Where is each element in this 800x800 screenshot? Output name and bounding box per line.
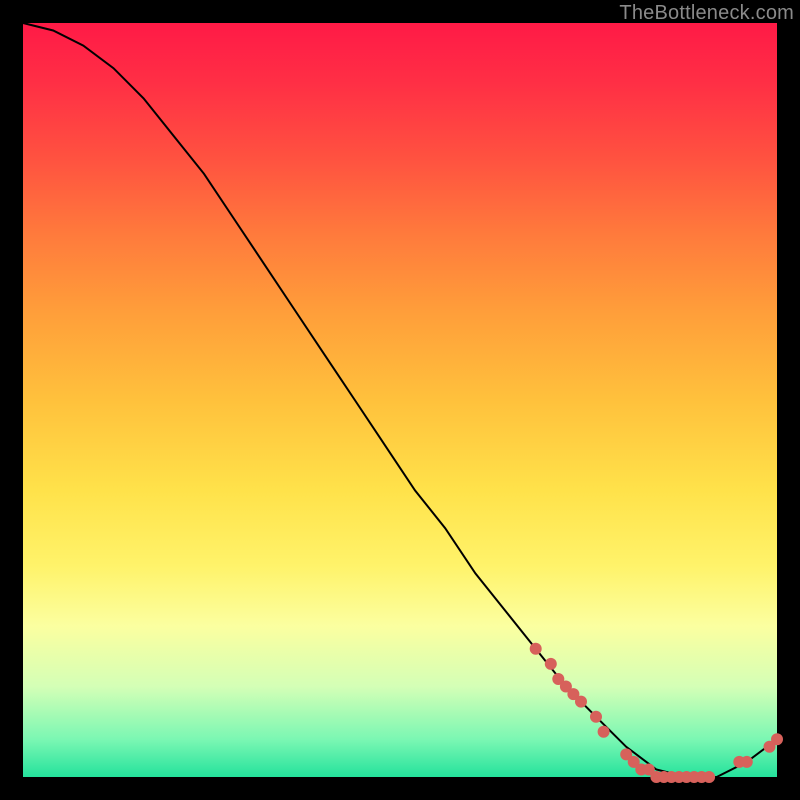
- highlight-point: [598, 726, 610, 738]
- highlight-point: [771, 733, 783, 745]
- highlight-point: [530, 643, 542, 655]
- highlight-point: [703, 771, 715, 783]
- chart-plot-area: [23, 23, 777, 777]
- highlight-point: [545, 658, 557, 670]
- bottleneck-curve: [23, 23, 777, 777]
- highlight-point: [575, 696, 587, 708]
- chart-container: TheBottleneck.com: [0, 0, 800, 800]
- chart-svg: [23, 23, 777, 777]
- watermark-text: TheBottleneck.com: [619, 2, 794, 25]
- highlight-point: [741, 756, 753, 768]
- highlight-point: [590, 711, 602, 723]
